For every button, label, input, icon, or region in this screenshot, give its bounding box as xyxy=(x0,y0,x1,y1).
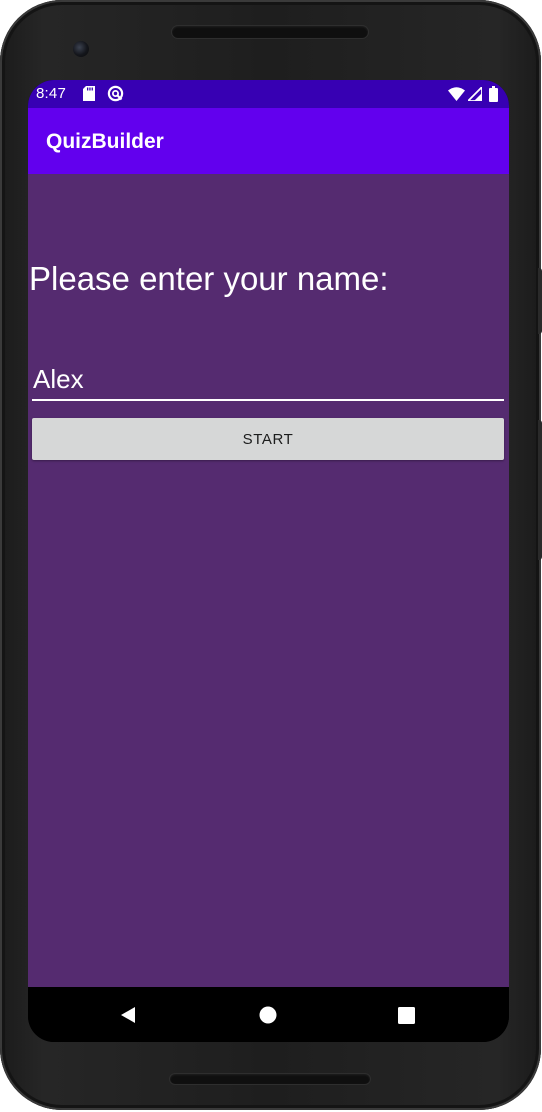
back-button[interactable] xyxy=(108,997,148,1033)
signal-icon xyxy=(465,84,483,106)
home-icon xyxy=(259,1006,277,1024)
name-field xyxy=(32,362,505,402)
bottom-speaker xyxy=(170,1074,370,1084)
start-button[interactable]: START xyxy=(32,418,504,460)
power-button xyxy=(538,268,542,334)
wifi-icon xyxy=(448,87,465,106)
back-icon xyxy=(119,1006,137,1024)
status-bar: 8:47 xyxy=(28,80,509,108)
status-time: 8:47 xyxy=(36,85,66,102)
sync-icon xyxy=(107,85,124,107)
front-camera xyxy=(73,41,89,57)
navigation-bar xyxy=(28,987,509,1042)
earpiece-speaker xyxy=(172,26,368,38)
home-button[interactable] xyxy=(248,997,288,1033)
battery-icon xyxy=(489,86,498,107)
name-input-underline xyxy=(32,399,504,401)
screen: 8:47 QuizBuilder Please enter your name:… xyxy=(28,80,509,1042)
recents-icon xyxy=(397,1006,415,1024)
name-prompt: Please enter your name: xyxy=(29,260,389,297)
main-content: Please enter your name: START xyxy=(28,174,509,987)
volume-button xyxy=(538,420,542,560)
phone-frame: 8:47 QuizBuilder Please enter your name:… xyxy=(0,0,542,1110)
app-title: QuizBuilder xyxy=(46,130,164,153)
sd-card-icon xyxy=(83,86,95,106)
name-input[interactable] xyxy=(32,362,505,396)
app-bar: QuizBuilder xyxy=(28,108,509,174)
recents-button[interactable] xyxy=(386,997,426,1033)
